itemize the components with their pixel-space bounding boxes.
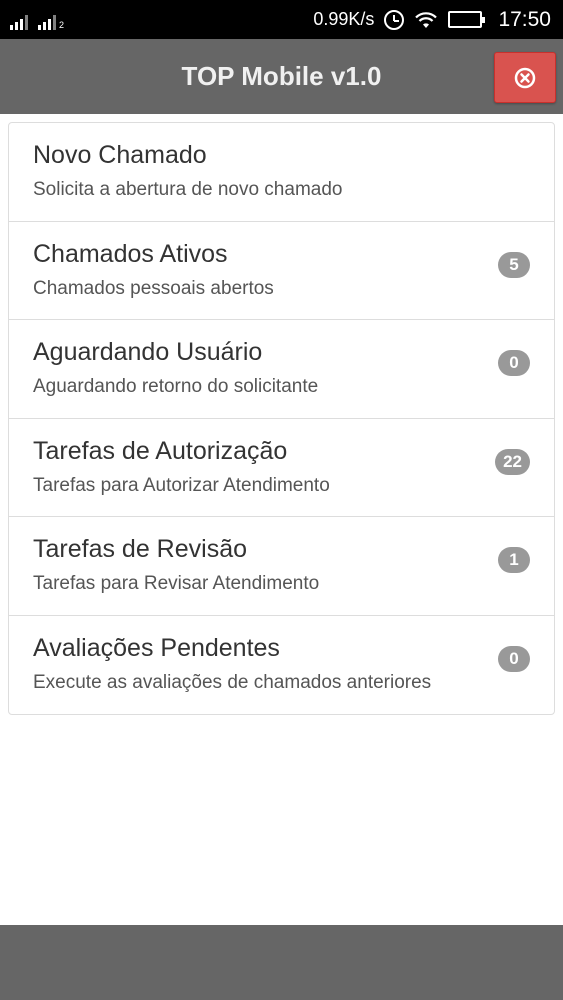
menu-item-subtitle: Chamados pessoais abertos (33, 277, 274, 299)
status-bar: 2 0.99K/s 17:50 (0, 0, 563, 39)
network-speed: 0.99K/s (313, 9, 375, 29)
count-badge: 22 (495, 448, 530, 475)
menu-item-chamados-ativos[interactable]: Chamados Ativos Chamados pessoais aberto… (9, 222, 554, 320)
menu-item-title: Novo Chamado (33, 141, 207, 169)
menu-item-title: Tarefas de Autorização (33, 436, 288, 465)
signal-icon (10, 14, 28, 30)
sim2-label: 2 (59, 19, 65, 30)
app-header: TOP Mobile v1.0 (0, 39, 563, 114)
menu-item-title: Chamados Ativos (33, 239, 228, 268)
count-badge: 0 (498, 645, 530, 672)
menu-item-subtitle: Solicita a abertura de novo chamado (33, 179, 343, 200)
alarm-icon (384, 9, 405, 30)
count-badge: 5 (498, 251, 530, 278)
clock: 17:50 (498, 7, 551, 31)
menu-item-subtitle: Execute as avaliações de chamados anteri… (33, 671, 432, 693)
menu-item-tarefas-autorizacao[interactable]: Tarefas de Autorização Tarefas para Auto… (9, 419, 554, 517)
menu-item-title: Tarefas de Revisão (33, 535, 248, 563)
battery-icon (448, 11, 486, 28)
wifi-icon (415, 11, 438, 28)
menu-item-aguardando-usuario[interactable]: Aguardando Usuário Aguardando retorno do… (9, 320, 554, 419)
app-footer (0, 925, 563, 1000)
close-icon (514, 67, 536, 88)
menu-item-title: Avaliações Pendentes (33, 633, 280, 662)
menu-list: Novo Chamado Solicita a abertura de novo… (8, 122, 555, 715)
signal-sim2-icon: 2 (38, 14, 64, 30)
menu-item-subtitle: Aguardando retorno do solicitante (33, 376, 319, 397)
menu-item-avaliacoes-pendentes[interactable]: Avaliações Pendentes Execute as avaliaçõ… (9, 616, 554, 715)
count-badge: 1 (498, 547, 530, 573)
page-title: TOP Mobile v1.0 (181, 61, 382, 91)
menu-item-subtitle: Tarefas para Revisar Atendimento (33, 573, 320, 594)
menu-item-subtitle: Tarefas para Autorizar Atendimento (33, 474, 330, 496)
menu-item-title: Aguardando Usuário (33, 338, 263, 366)
signal-indicators: 2 (10, 10, 64, 30)
menu-item-novo-chamado[interactable]: Novo Chamado Solicita a abertura de novo… (9, 123, 554, 222)
count-badge: 0 (498, 350, 530, 376)
menu-item-tarefas-revisao[interactable]: Tarefas de Revisão Tarefas para Revisar … (9, 517, 554, 616)
close-button[interactable] (494, 52, 556, 103)
